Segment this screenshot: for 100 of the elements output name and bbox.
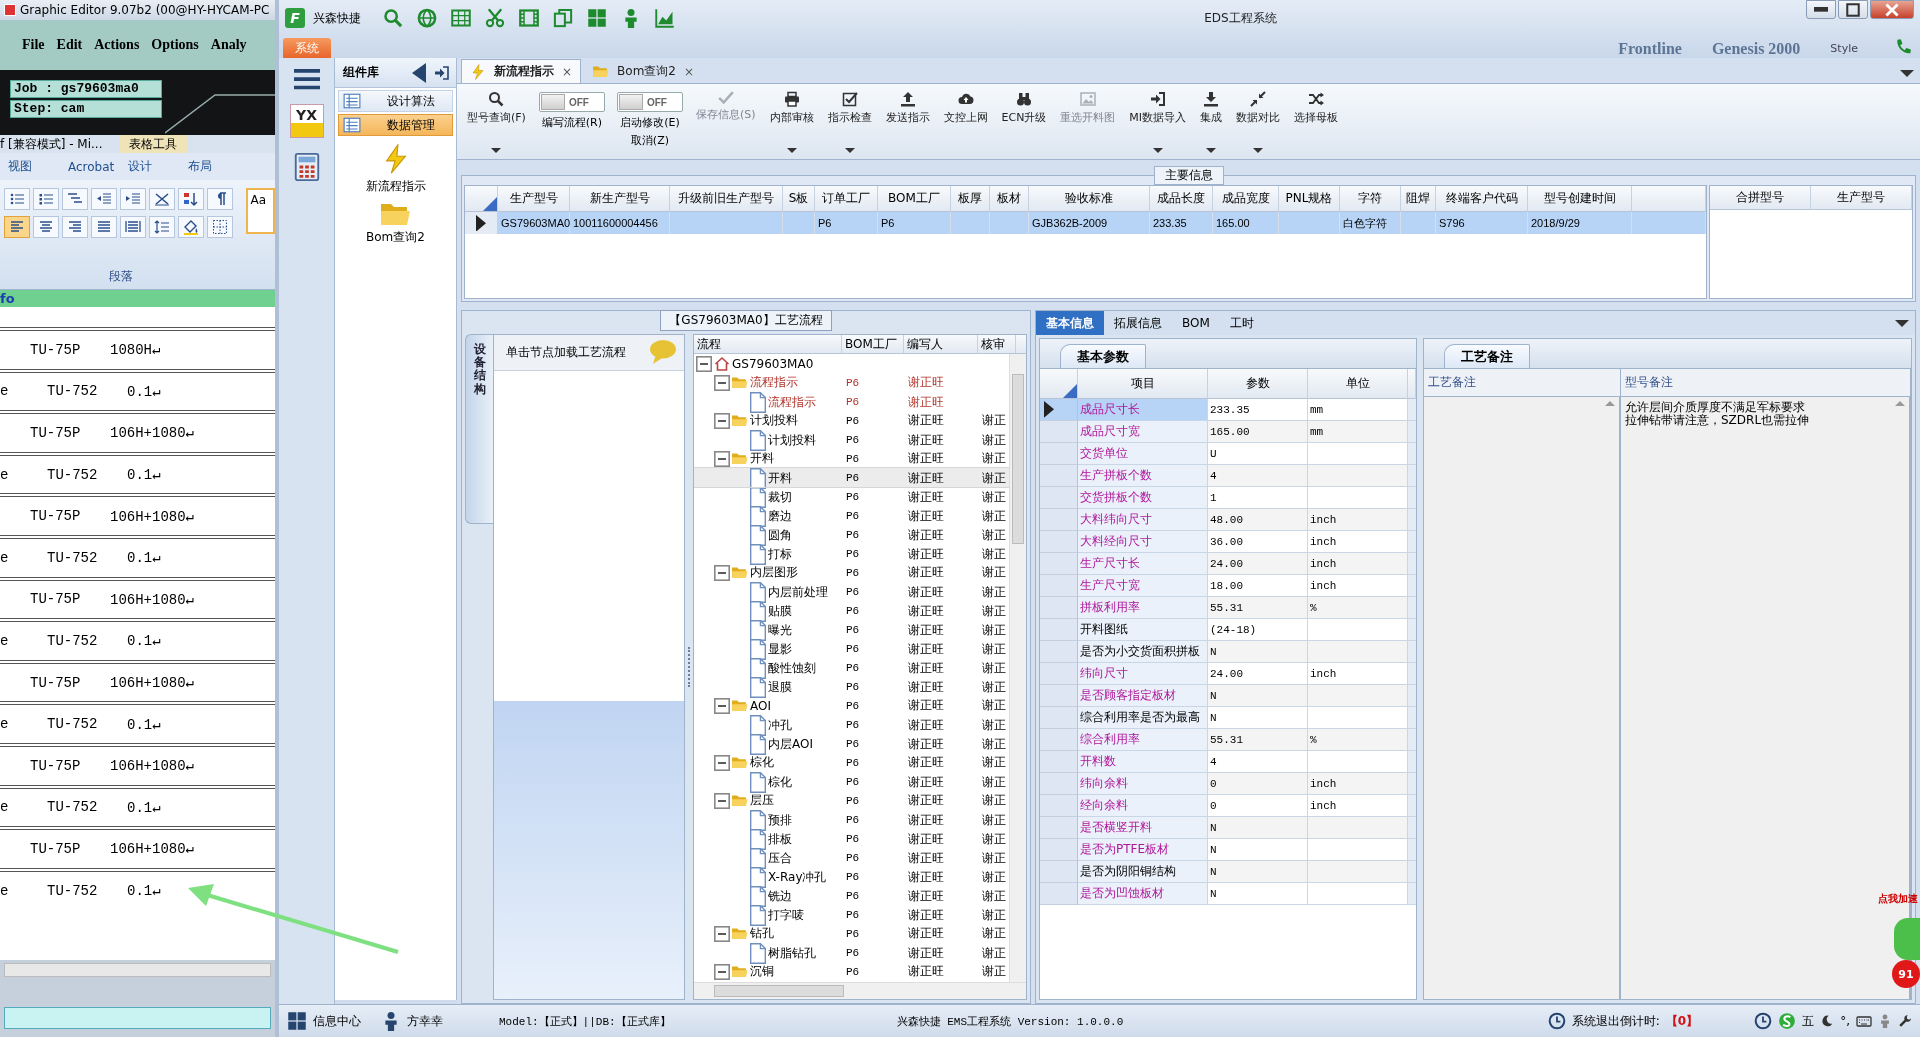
column-header[interactable]: 单位 (1308, 369, 1408, 399)
toolbar-button[interactable]: 型号查询(F) (463, 88, 530, 156)
tree-node[interactable]: 显影 (768, 640, 792, 658)
style-menu[interactable]: Style (1830, 42, 1858, 58)
decrease-indent-icon[interactable] (91, 188, 117, 210)
exit-arrow-icon[interactable] (434, 64, 450, 81)
punctuation-mode[interactable]: °, (1840, 1014, 1850, 1028)
tab[interactable]: BOM (1172, 311, 1220, 335)
collapse-icon[interactable] (714, 925, 730, 942)
toggle-switch[interactable]: OFF (538, 92, 605, 112)
status-item[interactable]: 信息中心 (313, 1012, 361, 1030)
column-header[interactable]: PNL规格 (1279, 186, 1340, 212)
menu-item[interactable]: Analy (210, 37, 247, 53)
tree-node[interactable]: 打字唛 (768, 906, 804, 924)
table-icon[interactable] (451, 8, 471, 28)
panel-tab[interactable]: 基本参数 (1060, 344, 1146, 368)
tree-row[interactable]: 冲孔 P6 谢正旺 谢正 (694, 715, 1009, 734)
tree-row[interactable]: 钻孔 P6 谢正旺 谢正 (694, 924, 1009, 943)
column-header[interactable]: 升级前旧生产型号 (670, 186, 783, 212)
collapse-icon[interactable] (714, 792, 730, 809)
tree-node[interactable]: 裁切 (768, 488, 792, 506)
collapse-icon[interactable] (696, 355, 712, 372)
menu-item[interactable]: File (22, 37, 45, 53)
tree-node[interactable]: 酸性蚀刻 (768, 659, 816, 677)
tree-row[interactable]: 树脂钻孔 P6 谢正旺 谢正 (694, 943, 1009, 962)
nav-item[interactable]: 数据管理 (338, 114, 453, 136)
tree-row[interactable]: 打字唛 P6 谢正旺 谢正 (694, 905, 1009, 924)
input-mode[interactable]: 五 (1802, 1012, 1815, 1030)
close-button[interactable]: × (562, 64, 573, 79)
scrollbar[interactable] (4, 963, 271, 977)
tree-node[interactable]: 圆角 (768, 526, 792, 544)
collapse-icon[interactable] (714, 450, 730, 467)
tree-node[interactable]: 曝光 (768, 621, 792, 639)
keyboard-icon[interactable] (1856, 1013, 1872, 1029)
launcher-item[interactable]: 新流程指示 (335, 144, 456, 195)
tree-node[interactable]: 内层图形 (750, 564, 798, 581)
scroll-up-icon[interactable] (1605, 401, 1615, 406)
style-preview[interactable]: Aa (245, 188, 275, 234)
tree-row[interactable]: 贴膜 P6 谢正旺 谢正 (694, 601, 1009, 620)
toolbar-button[interactable]: 选择母板 (1290, 88, 1343, 156)
tree-node[interactable]: GS79603MA0 (732, 356, 814, 371)
speed-label[interactable]: 点我加速 (1878, 892, 1918, 906)
tree-row[interactable]: 层压 P6 谢正旺 谢正 (694, 791, 1009, 810)
ribbon-tab[interactable]: 视图 (0, 158, 60, 175)
borders-icon[interactable] (207, 216, 233, 238)
input-field[interactable] (4, 1007, 271, 1029)
paragraph-mark-icon[interactable] (207, 188, 233, 210)
menu-item[interactable]: Options (151, 37, 199, 53)
scrollbar[interactable] (694, 982, 1026, 999)
search-icon[interactable] (383, 8, 403, 28)
column-header[interactable]: 成品长度 (1150, 186, 1213, 212)
column-header[interactable]: 验收标准 (1029, 186, 1150, 212)
launcher-item[interactable]: Bom查询2 (335, 203, 456, 246)
sort-icon[interactable] (178, 188, 204, 210)
tree-row[interactable]: 酸性蚀刻 P6 谢正旺 谢正 (694, 658, 1009, 677)
ribbon-tab[interactable]: 布局 (180, 158, 240, 175)
ribbon-tab[interactable]: 设计 (120, 158, 180, 175)
tree-row[interactable]: 曝光 P6 谢正旺 谢正 (694, 620, 1009, 639)
collapse-icon[interactable] (714, 564, 730, 581)
toolbar-button[interactable]: 指示检查 (823, 88, 876, 156)
collapse-icon[interactable] (714, 412, 730, 429)
justify-icon[interactable] (91, 216, 117, 238)
tree-node[interactable]: 计划投料 (750, 412, 798, 429)
line-spacing-icon[interactable] (149, 216, 175, 238)
column-header[interactable]: 新生产型号 (570, 186, 670, 212)
column-header[interactable]: BOM工厂 (842, 335, 904, 353)
context-tab[interactable]: 表格工具 (118, 135, 187, 153)
tree-node[interactable]: 计划投料 (768, 431, 816, 449)
column-header[interactable]: 成品宽度 (1213, 186, 1279, 212)
area-chart-icon[interactable] (655, 8, 675, 28)
tree-node[interactable]: 开料 (768, 469, 792, 487)
tab[interactable]: 拓展信息 (1104, 311, 1172, 335)
toolbar-button[interactable]: 文控上网 (939, 88, 992, 156)
tree-row[interactable]: 磨边 P6 谢正旺 谢正 (694, 506, 1009, 525)
toolbar-button[interactable]: 数据对比 (1232, 88, 1285, 156)
nav-item[interactable]: 设计算法 (338, 90, 453, 112)
tree-node[interactable]: X-Ray冲孔 (768, 868, 827, 886)
column-header[interactable]: 型号创建时间 (1528, 186, 1632, 212)
align-left-icon[interactable] (4, 216, 30, 238)
tree-row[interactable]: 内层前处理 P6 谢正旺 谢正 (694, 582, 1009, 601)
tree-row[interactable]: 打标 P6 谢正旺 谢正 (694, 544, 1009, 563)
tree-node[interactable]: 贴膜 (768, 602, 792, 620)
minimize-button[interactable] (1806, 0, 1836, 19)
column-header[interactable]: 型号备注 (1621, 369, 1911, 397)
tree-node[interactable]: 铣边 (768, 887, 792, 905)
toolbar-button[interactable]: MI数据导入 (1125, 88, 1191, 156)
tree-node[interactable]: 排板 (768, 830, 792, 848)
tree-row[interactable]: 内层图形 P6 谢正旺 谢正 (694, 563, 1009, 582)
column-header[interactable]: 合拼型号 (1710, 186, 1811, 210)
scroll-up-icon[interactable] (1895, 401, 1905, 406)
tree-row[interactable]: 铣边 P6 谢正旺 谢正 (694, 886, 1009, 905)
row-header[interactable] (465, 212, 498, 234)
tree-node[interactable]: 棕化 (768, 773, 792, 791)
tab[interactable]: 工时 (1219, 311, 1264, 335)
distributed-icon[interactable] (120, 216, 146, 238)
paint-bucket-icon[interactable] (178, 216, 204, 238)
panel-tab[interactable]: 工艺备注 (1444, 344, 1530, 368)
tree-node[interactable]: 内层前处理 (768, 583, 828, 601)
column-header[interactable]: 生产型号 (1811, 186, 1912, 210)
collapse-icon[interactable] (714, 697, 730, 714)
